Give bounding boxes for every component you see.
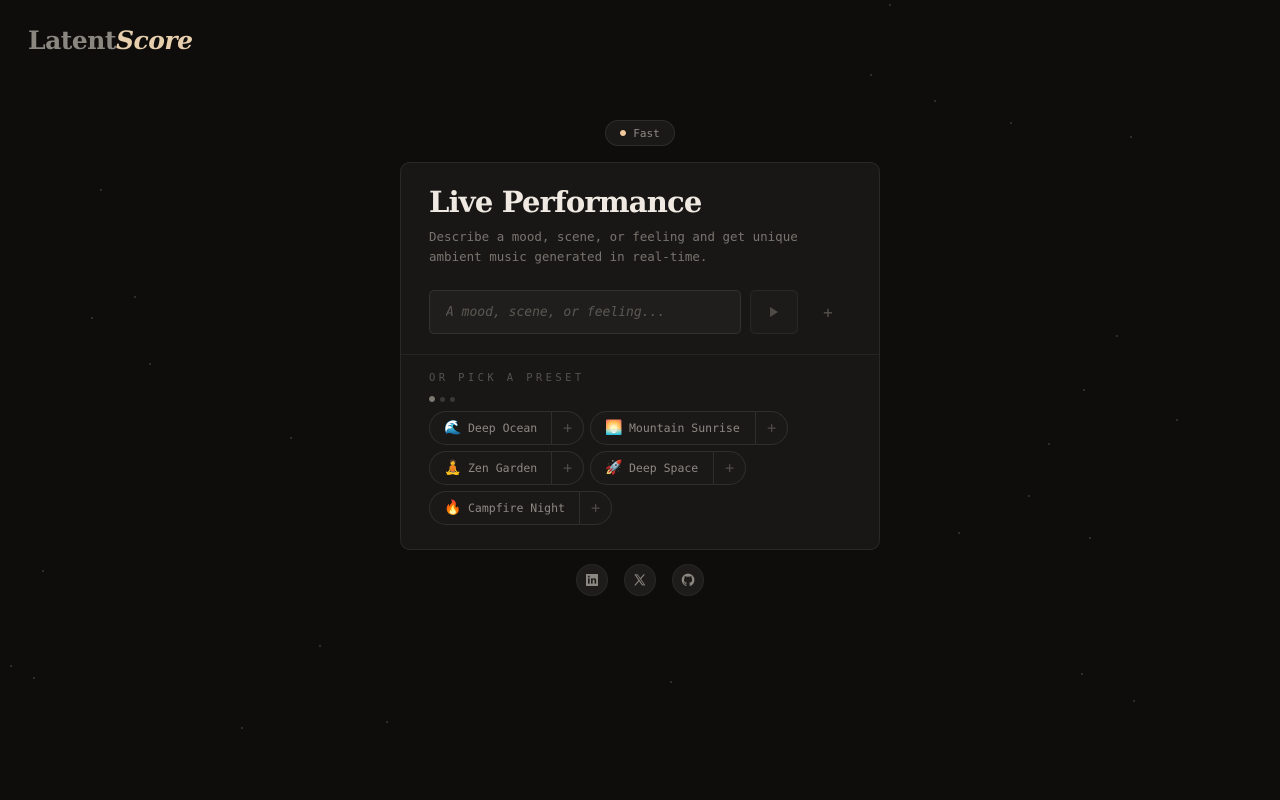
play-button[interactable] <box>750 290 798 334</box>
preset-select-button[interactable]: 🌅 Mountain Sunrise <box>591 412 755 444</box>
x-link[interactable] <box>624 564 656 596</box>
preset-label: Deep Space <box>629 461 699 475</box>
sunrise-icon: 🌅 <box>605 420 623 436</box>
page-dot-2[interactable] <box>440 396 445 402</box>
preset-select-button[interactable]: 🔥 Campfire Night <box>430 492 579 524</box>
preset-chip-mountain-sunrise: 🌅 Mountain Sunrise + <box>590 411 788 445</box>
preset-add-button[interactable]: + <box>755 412 787 444</box>
status-dot-icon <box>620 130 627 136</box>
brand-logo-part2: Score <box>115 26 193 55</box>
preset-chip-deep-ocean: 🌊 Deep Ocean + <box>429 411 584 445</box>
preset-label: Mountain Sunrise <box>629 421 740 435</box>
brand-logo[interactable]: LatentScore <box>28 26 193 55</box>
page-title: Live Performance <box>429 185 702 219</box>
preset-select-button[interactable]: 🌊 Deep Ocean <box>430 412 551 444</box>
linkedin-link[interactable] <box>576 564 608 596</box>
preset-chip-campfire-night: 🔥 Campfire Night + <box>429 491 612 525</box>
page-dot-1[interactable] <box>429 396 435 402</box>
preset-select-button[interactable]: 🚀 Deep Space <box>591 452 713 484</box>
preset-add-button[interactable]: + <box>551 412 583 444</box>
github-icon <box>681 573 695 587</box>
meditation-icon: 🧘 <box>444 460 462 476</box>
page-dot-3[interactable] <box>450 396 455 402</box>
github-link[interactable] <box>672 564 704 596</box>
x-icon <box>634 574 646 586</box>
preset-label: Zen Garden <box>468 461 538 475</box>
mode-badge[interactable]: Fast <box>605 120 675 146</box>
plus-icon: + <box>823 302 833 322</box>
preset-add-button[interactable]: + <box>551 452 583 484</box>
mood-prompt-input[interactable] <box>429 290 741 334</box>
preset-heading: OR PICK A PRESET <box>429 372 585 384</box>
preset-label: Deep Ocean <box>468 421 538 435</box>
linkedin-icon <box>586 574 598 586</box>
preset-label: Campfire Night <box>468 501 565 515</box>
play-icon <box>770 307 778 317</box>
mode-label: Fast <box>633 126 660 140</box>
preset-pagination <box>429 396 455 402</box>
social-links <box>576 564 704 596</box>
rocket-icon: 🚀 <box>605 460 623 476</box>
fire-icon: 🔥 <box>444 500 462 516</box>
live-performance-card: Live Performance Describe a mood, scene,… <box>400 162 880 550</box>
preset-select-button[interactable]: 🧘 Zen Garden <box>430 452 551 484</box>
preset-add-button[interactable]: + <box>713 452 745 484</box>
preset-chip-zen-garden: 🧘 Zen Garden + <box>429 451 584 485</box>
wave-icon: 🌊 <box>444 420 462 436</box>
section-divider <box>401 354 879 355</box>
preset-chip-deep-space: 🚀 Deep Space + <box>590 451 746 485</box>
add-layer-button[interactable]: + <box>813 299 843 325</box>
page-subtitle: Describe a mood, scene, or feeling and g… <box>429 229 798 264</box>
brand-logo-part1: Latent <box>28 26 116 55</box>
preset-add-button[interactable]: + <box>579 492 611 524</box>
